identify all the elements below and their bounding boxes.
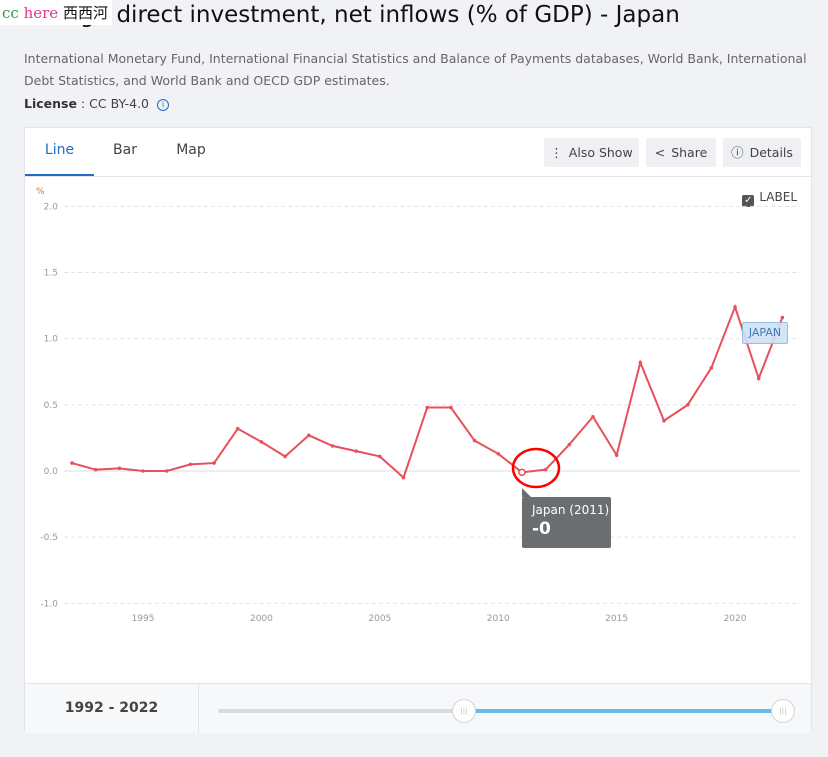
- data-point-1997[interactable]: [188, 462, 193, 467]
- data-point-2012[interactable]: [543, 467, 548, 472]
- data-point-2022[interactable]: [780, 315, 785, 320]
- data-point-2009[interactable]: [472, 438, 477, 443]
- watermark: cc here 西西河: [0, 0, 112, 25]
- data-point-1995[interactable]: [141, 469, 145, 473]
- data-point-1996[interactable]: [164, 469, 169, 473]
- y-axis-unit: %: [36, 187, 45, 197]
- x-tick-label: 2000: [250, 614, 273, 624]
- data-point-2011[interactable]: [518, 468, 526, 477]
- data-point-2013[interactable]: [567, 442, 572, 447]
- x-tick-label: 2010: [487, 614, 510, 624]
- data-point-2005[interactable]: [378, 454, 382, 459]
- y-tick-label: 1.5: [44, 269, 58, 279]
- y-tick-label: -0.5: [40, 533, 58, 543]
- series-label-japan: JAPAN: [742, 322, 788, 344]
- data-point-2003[interactable]: [330, 444, 335, 448]
- data-point-1993[interactable]: [93, 467, 98, 472]
- x-tick-label: 1995: [132, 614, 155, 624]
- data-point-2020[interactable]: [733, 305, 737, 309]
- data-point-2002[interactable]: [307, 433, 311, 438]
- x-tick-label: 2005: [368, 614, 391, 624]
- y-tick-label: -1.0: [40, 599, 58, 609]
- data-point-2015[interactable]: [614, 453, 619, 457]
- data-point-2001[interactable]: [283, 454, 287, 459]
- tooltip: Japan (2011) -0: [522, 488, 611, 548]
- data-point-2004[interactable]: [354, 449, 358, 453]
- data-point-2017[interactable]: [662, 418, 666, 423]
- y-tick-label: 0.0: [44, 467, 59, 477]
- data-point-1994[interactable]: [117, 466, 122, 471]
- data-point-2018[interactable]: [685, 403, 690, 407]
- line-chart: % 2.0 1.5 1.0 0.5 0.0 -0.5 -1.0 1995 2000 2005 201…: [36, 187, 800, 624]
- data-point-2010[interactable]: [496, 452, 501, 456]
- y-tick-label: 0.5: [44, 401, 58, 411]
- data-point-2019[interactable]: [709, 366, 714, 370]
- data-point-2014[interactable]: [591, 414, 595, 419]
- x-tick-label: 2015: [605, 614, 628, 624]
- x-tick-label: 2020: [724, 614, 747, 624]
- data-point-1992[interactable]: [70, 461, 74, 465]
- data-point-1999[interactable]: [235, 426, 240, 431]
- y-tick-label: 1.0: [44, 335, 59, 345]
- data-point-2016[interactable]: [638, 360, 643, 365]
- data-point-2007[interactable]: [425, 405, 430, 410]
- data-point-2021[interactable]: [756, 376, 761, 381]
- data-point-2008[interactable]: [449, 405, 453, 410]
- series-line-japan[interactable]: [71, 303, 784, 480]
- data-point-2000[interactable]: [259, 440, 264, 444]
- data-point-2006[interactable]: [401, 475, 406, 480]
- y-tick-label: 2.0: [44, 202, 59, 212]
- data-point-1998[interactable]: [212, 461, 216, 465]
- highlight-circle: [511, 447, 561, 489]
